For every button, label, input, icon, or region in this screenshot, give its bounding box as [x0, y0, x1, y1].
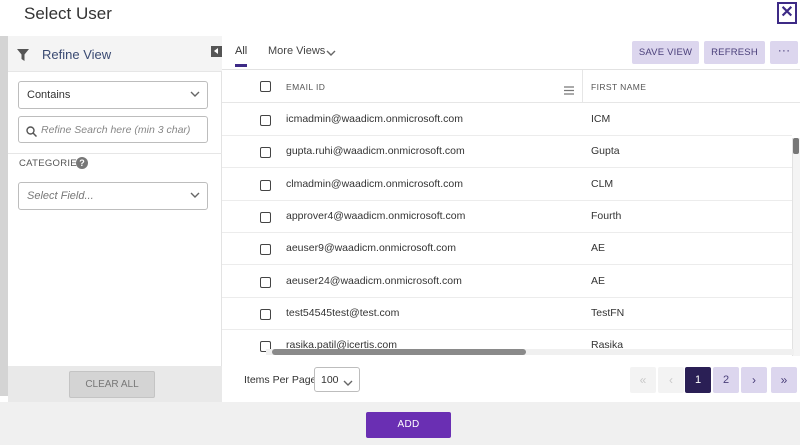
table-row[interactable]: test54545test@test.com TestFN: [222, 298, 792, 330]
column-menu-icon[interactable]: [564, 82, 574, 100]
horizontal-scroll-thumb[interactable]: [272, 349, 526, 355]
chevron-down-icon[interactable]: [326, 45, 336, 63]
table-row[interactable]: aeuser24@waadicm.onmicrosoft.com AE: [222, 266, 792, 298]
chevron-down-icon: [190, 89, 200, 99]
prev-page-button[interactable]: ‹: [658, 367, 684, 393]
dialog-title: Select User: [24, 4, 112, 23]
search-icon: [26, 124, 38, 142]
chevron-down-icon: [190, 190, 200, 200]
refine-view-title: Refine View: [42, 47, 112, 62]
panel-divider: [8, 153, 222, 154]
more-options-button[interactable]: ···: [770, 41, 798, 64]
table-row[interactable]: icmadmin@waadicm.onmicrosoft.com ICM: [222, 104, 792, 136]
row-checkbox[interactable]: [260, 179, 271, 191]
tab-more-views[interactable]: More Views: [268, 45, 325, 57]
table-row[interactable]: gupta.ruhi@waadicm.onmicrosoft.com Gupta: [222, 136, 792, 169]
tab-all[interactable]: All: [235, 45, 247, 57]
email-cell: clmadmin@waadicm.onmicrosoft.com: [286, 177, 463, 190]
table-row[interactable]: approver4@waadicm.onmicrosoft.com Fourth: [222, 201, 792, 233]
page-2-button[interactable]: 2: [713, 367, 739, 393]
first-name-cell: TestFN: [591, 306, 625, 319]
refine-search-box[interactable]: [18, 116, 208, 143]
add-button[interactable]: ADD: [366, 412, 451, 438]
refresh-button[interactable]: REFRESH: [704, 41, 765, 64]
category-field-select[interactable]: Select Field...: [18, 182, 208, 210]
row-checkbox[interactable]: [260, 147, 271, 159]
email-cell: aeuser24@waadicm.onmicrosoft.com: [286, 274, 462, 287]
row-checkbox[interactable]: [260, 308, 271, 320]
email-cell: approver4@waadicm.onmicrosoft.com: [286, 209, 466, 222]
select-user-dialog: Select User ✕ Refine View Contains CATEG…: [0, 0, 800, 445]
operator-select-value: Contains: [27, 89, 71, 101]
dialog-header: Select User ✕: [0, 0, 800, 36]
row-checkbox[interactable]: [260, 276, 271, 288]
users-table: EMAIL ID FIRST NAME icmadmin@waadicm.onm…: [222, 70, 800, 356]
column-separator: [582, 70, 583, 103]
first-name-cell: Fourth: [591, 209, 622, 222]
user-list-area: All More Views SAVE VIEW REFRESH ··· EMA…: [222, 36, 800, 402]
first-name-cell: AE: [591, 274, 606, 287]
clear-all-button[interactable]: CLEAR ALL: [69, 371, 155, 398]
left-panel-footer: CLEAR ALL: [8, 366, 222, 402]
close-button[interactable]: ✕: [777, 2, 797, 24]
category-field-placeholder: Select Field...: [27, 190, 94, 202]
table-row[interactable]: clmadmin@waadicm.onmicrosoft.com CLM: [222, 169, 792, 201]
first-name-cell: CLM: [591, 177, 614, 190]
table-row[interactable]: aeuser9@waadicm.onmicrosoft.com AE: [222, 233, 792, 266]
collapse-panel-icon[interactable]: [211, 46, 222, 57]
left-edge-strip: [0, 36, 8, 396]
chevron-down-icon: [343, 375, 353, 393]
items-per-page-value: 100: [321, 374, 339, 386]
refine-view-header: Refine View: [8, 36, 222, 72]
refine-search-input[interactable]: [41, 122, 201, 137]
last-page-button[interactable]: »: [771, 367, 797, 393]
email-cell: gupta.ruhi@waadicm.onmicrosoft.com: [286, 145, 465, 158]
vertical-scrollbar[interactable]: [792, 138, 800, 356]
first-name-cell: Gupta: [591, 145, 620, 158]
column-header-first-name[interactable]: FIRST NAME: [591, 82, 646, 92]
email-cell: test54545test@test.com: [286, 306, 400, 319]
items-per-page-select[interactable]: 100: [314, 367, 360, 392]
dialog-footer: ADD: [0, 402, 800, 445]
vertical-scroll-thumb[interactable]: [793, 138, 799, 154]
first-name-cell: AE: [591, 242, 606, 255]
view-tabs-bar: All More Views SAVE VIEW REFRESH ···: [222, 36, 800, 70]
first-name-cell: ICM: [591, 113, 611, 125]
help-icon[interactable]: ?: [76, 157, 88, 169]
email-cell: icmadmin@waadicm.onmicrosoft.com: [286, 113, 463, 125]
operator-select[interactable]: Contains: [18, 81, 208, 109]
filter-icon: [17, 48, 29, 66]
next-page-button[interactable]: ›: [741, 367, 767, 393]
pagination-bar: Items Per Page 100 « ‹ 1 2 › »: [222, 360, 800, 402]
items-per-page-label: Items Per Page: [244, 374, 317, 386]
categories-label: CATEGORIES: [19, 158, 84, 169]
row-checkbox[interactable]: [260, 115, 271, 126]
row-checkbox[interactable]: [260, 244, 271, 256]
row-checkbox[interactable]: [260, 211, 271, 223]
save-view-button[interactable]: SAVE VIEW: [632, 41, 699, 64]
refine-view-panel: Refine View Contains CATEGORIES ? Select…: [8, 36, 222, 402]
table-header: EMAIL ID FIRST NAME: [222, 70, 800, 103]
email-cell: aeuser9@waadicm.onmicrosoft.com: [286, 242, 456, 255]
select-all-checkbox[interactable]: [260, 81, 271, 92]
active-tab-indicator: [235, 64, 247, 67]
first-page-button[interactable]: «: [630, 367, 656, 393]
column-header-email[interactable]: EMAIL ID: [286, 82, 325, 92]
page-1-button[interactable]: 1: [685, 367, 711, 393]
